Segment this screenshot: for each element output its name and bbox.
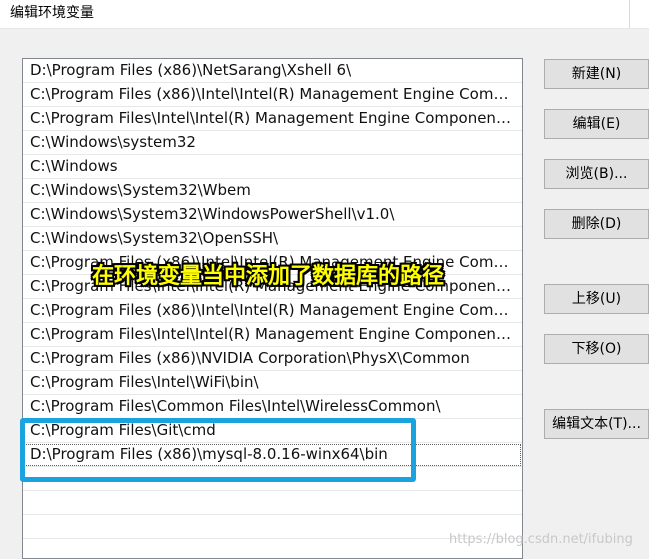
path-list-item[interactable]: C:\Windows\System32\Wbem bbox=[23, 179, 522, 203]
delete-button[interactable]: 删除(D) bbox=[544, 209, 649, 239]
path-list-item[interactable]: C:\Program Files (x86)\NVIDIA Corporatio… bbox=[23, 347, 522, 371]
browse-button[interactable]: 浏览(B)... bbox=[544, 159, 649, 189]
path-list[interactable]: D:\Program Files (x86)\NetSarang\Xshell … bbox=[22, 58, 523, 559]
edit-text-button[interactable]: 编辑文本(T)... bbox=[544, 409, 649, 439]
title-bar: 编辑环境变量 bbox=[0, 0, 649, 29]
path-list-item[interactable]: C:\Program Files\Common Files\Intel\Wire… bbox=[23, 395, 522, 419]
path-list-empty-row[interactable] bbox=[23, 539, 522, 558]
move-down-button[interactable]: 下移(O) bbox=[544, 334, 649, 364]
edit-button[interactable]: 编辑(E) bbox=[544, 109, 649, 139]
path-list-item[interactable]: C:\Program Files\Intel\Intel(R) Manageme… bbox=[23, 323, 522, 347]
path-list-empty-row[interactable] bbox=[23, 515, 522, 539]
path-list-item[interactable]: C:\Windows bbox=[23, 155, 522, 179]
path-list-item[interactable]: C:\Windows\System32\OpenSSH\ bbox=[23, 227, 522, 251]
watermark: https://blog.csdn.net/ifubing bbox=[449, 532, 633, 547]
path-list-item[interactable]: C:\Windows\System32\WindowsPowerShell\v1… bbox=[23, 203, 522, 227]
title-bar-divider bbox=[629, 0, 630, 28]
move-up-button[interactable]: 上移(U) bbox=[544, 284, 649, 314]
path-list-item[interactable]: C:\Program Files (x86)\Intel\Intel(R) Ma… bbox=[23, 299, 522, 323]
path-list-item[interactable]: C:\Program Files (x86)\Intel\Intel(R) Ma… bbox=[23, 83, 522, 107]
path-list-item[interactable]: C:\Program Files\Intel\Intel(R) Manageme… bbox=[23, 107, 522, 131]
path-list-item[interactable]: C:\Program Files\Intel\WiFi\bin\ bbox=[23, 371, 522, 395]
window-title: 编辑环境变量 bbox=[10, 5, 94, 21]
path-list-item[interactable]: C:\Windows\system32 bbox=[23, 131, 522, 155]
annotation-caption: 在环境变量当中添加了数据库的路径 bbox=[92, 264, 445, 289]
path-list-empty-row[interactable] bbox=[23, 491, 522, 515]
path-list-item[interactable]: D:\Program Files (x86)\NetSarang\Xshell … bbox=[23, 59, 522, 83]
new-button[interactable]: 新建(N) bbox=[544, 59, 649, 89]
annotation-highlight-box bbox=[20, 418, 416, 482]
